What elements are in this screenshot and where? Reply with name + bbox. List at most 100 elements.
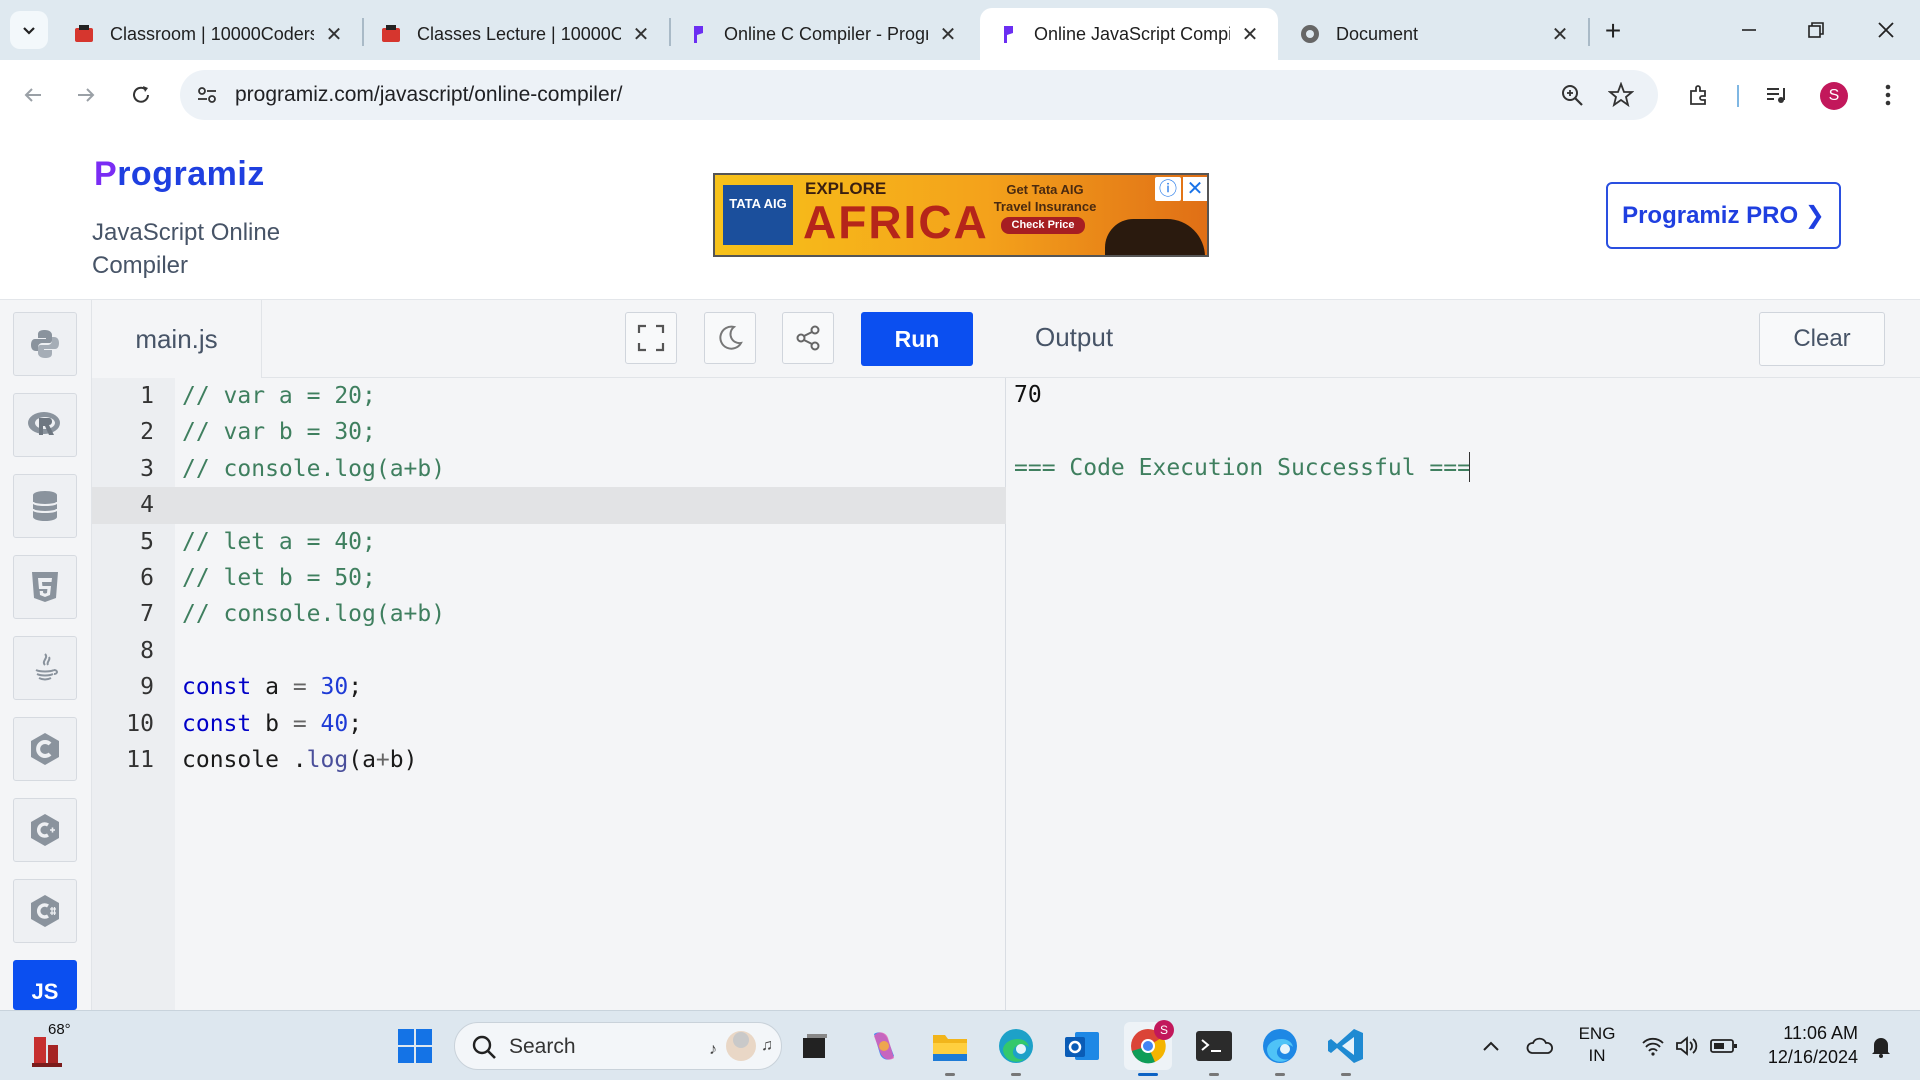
c-language-icon[interactable] (13, 717, 77, 781)
site-info-icon[interactable] (196, 84, 218, 111)
line-number: 5 (140, 528, 154, 555)
code-line[interactable]: 9 const a = 30; (92, 669, 1006, 705)
minimize-button[interactable] (1723, 10, 1775, 50)
tab-online-c-compiler[interactable]: Online C Compiler - Programiz ✕ (670, 8, 976, 60)
javascript-icon[interactable]: JS (13, 960, 77, 1010)
clock-time: 11:06 AM (1783, 1023, 1858, 1043)
new-tab-button[interactable]: + (1596, 14, 1630, 48)
edge-browser-button[interactable] (992, 1022, 1040, 1076)
browser-toolbar: programiz.com/javascript/online-compiler… (0, 60, 1920, 130)
python-icon[interactable] (13, 312, 77, 376)
outlook-button[interactable] (1058, 1022, 1106, 1070)
run-button[interactable]: Run (861, 312, 973, 366)
notifications-bell-icon[interactable] (1866, 1011, 1896, 1081)
system-clock[interactable]: 11:06 AM 12/16/2024 (1754, 1021, 1858, 1069)
start-button[interactable] (391, 1022, 439, 1070)
search-icon (472, 1035, 496, 1059)
show-hidden-icons-button[interactable] (1476, 1011, 1506, 1081)
fullscreen-button[interactable] (625, 312, 677, 364)
terminal-button[interactable] (1190, 1022, 1238, 1076)
moon-icon (719, 325, 743, 350)
url-text: programiz.com/javascript/online-compiler… (235, 83, 623, 106)
zoom-icon[interactable] (1560, 83, 1584, 112)
close-icon[interactable]: ✕ (1548, 22, 1572, 46)
chrome-menu-button[interactable] (1868, 75, 1908, 115)
restore-button[interactable] (1790, 10, 1842, 50)
close-icon[interactable]: ✕ (1238, 22, 1262, 46)
close-window-button[interactable] (1860, 10, 1912, 50)
csharp-icon[interactable] (13, 879, 77, 943)
code-line[interactable]: 1 // var a = 20; (92, 378, 1006, 414)
code-line[interactable]: 7 // console.log(a+b) (92, 596, 1006, 632)
output-panel: Output Clear 70 === Code Execution Succe… (1006, 300, 1920, 1010)
code-line[interactable]: 8 (92, 633, 1006, 669)
tab-online-javascript-compiler[interactable]: Online JavaScript Compiler ✕ (980, 8, 1278, 60)
chrome-button[interactable]: S (1124, 1020, 1174, 1076)
minimize-icon (1742, 29, 1756, 31)
text-cursor (1469, 452, 1470, 482)
html5-icon[interactable] (13, 555, 77, 619)
reload-button[interactable] (121, 75, 161, 115)
task-view-button[interactable] (791, 1022, 839, 1070)
forward-button[interactable] (66, 75, 106, 115)
media-control-button[interactable] (1757, 75, 1797, 115)
tab-title: Document (1336, 23, 1419, 44)
share-icon (796, 325, 820, 351)
weather-widget[interactable]: 68° (30, 1021, 80, 1071)
battery-icon[interactable] (1708, 1011, 1740, 1081)
file-explorer-button[interactable] (926, 1022, 974, 1076)
code-line-active[interactable]: 4 (92, 487, 1006, 524)
vscode-button[interactable] (1322, 1022, 1370, 1076)
code-line[interactable]: 3 // console.log(a+b) (92, 451, 1006, 487)
clear-button[interactable]: Clear (1759, 312, 1885, 366)
bookmark-star-icon[interactable] (1607, 81, 1635, 113)
extensions-button[interactable] (1679, 75, 1719, 115)
code-text: const a = 30; (182, 674, 363, 701)
taskbar-search[interactable]: Search ♪ ♫ (454, 1022, 782, 1070)
code-text: const b = 40; (182, 710, 363, 737)
programiz-pro-button[interactable]: Programiz PRO ❯ (1606, 182, 1841, 249)
tab-classroom[interactable]: Classroom | 10000Coders ✕ (56, 8, 362, 60)
advertisement-banner[interactable]: TATA AIG EXPLORE AFRICA Get Tata AIG Tra… (713, 173, 1209, 257)
r-language-icon[interactable] (13, 393, 77, 457)
wifi-icon[interactable] (1638, 1011, 1668, 1081)
volume-icon[interactable] (1672, 1011, 1702, 1081)
code-line[interactable]: 11 console .log(a+b) (92, 742, 1006, 778)
address-bar[interactable]: programiz.com/javascript/online-compiler… (180, 70, 1658, 120)
code-line[interactable]: 6 // let b = 50; (92, 560, 1006, 596)
code-area[interactable]: 1 // var a = 20; 2 // var b = 30; 3 // cons… (92, 378, 1006, 778)
output-header: Output Clear (1006, 300, 1920, 378)
sql-database-icon[interactable] (13, 474, 77, 538)
code-line[interactable]: 5 // let a = 40; (92, 524, 1006, 560)
line-number: 6 (140, 564, 154, 591)
code-line[interactable]: 2 // var b = 30; (92, 414, 1006, 450)
ad-info-icon[interactable]: ⓘ (1155, 177, 1181, 201)
programiz-logo[interactable]: Programiz (94, 155, 265, 194)
tab-search-button[interactable] (10, 11, 48, 49)
java-icon[interactable] (13, 636, 77, 700)
terminal-icon (1196, 1031, 1232, 1061)
code-line[interactable]: 10 const b = 40; (92, 706, 1006, 742)
input-language-indicator[interactable]: ENG IN (1574, 1023, 1620, 1067)
ad-cta[interactable]: Check Price (1001, 217, 1085, 234)
onedrive-icon[interactable] (1522, 1011, 1558, 1081)
close-icon[interactable]: ✕ (322, 22, 346, 46)
close-icon[interactable]: ✕ (936, 22, 960, 46)
close-icon[interactable]: ✕ (629, 22, 653, 46)
language-code: ENG (1578, 1024, 1616, 1043)
share-button[interactable] (782, 312, 834, 364)
back-button[interactable] (13, 75, 53, 115)
profile-avatar[interactable]: S (1820, 82, 1848, 110)
line-number: 2 (140, 419, 154, 446)
browser-tab-strip: Classroom | 10000Coders ✕ Classes Lectur… (0, 0, 1920, 60)
chevron-down-icon (23, 27, 35, 35)
dark-mode-button[interactable] (704, 312, 756, 364)
tab-classes-lecture[interactable]: Classes Lecture | 10000Coders ✕ (363, 8, 669, 60)
copilot-button[interactable] (860, 1022, 908, 1070)
tab-document[interactable]: Document ✕ (1282, 8, 1588, 60)
edge-beta-button[interactable] (1256, 1022, 1304, 1076)
file-tab-main-js[interactable]: main.js (92, 300, 262, 378)
code-text: console .log(a+b) (182, 746, 418, 773)
ad-close-icon[interactable]: ✕ (1183, 177, 1207, 201)
cplusplus-icon[interactable] (13, 798, 77, 862)
